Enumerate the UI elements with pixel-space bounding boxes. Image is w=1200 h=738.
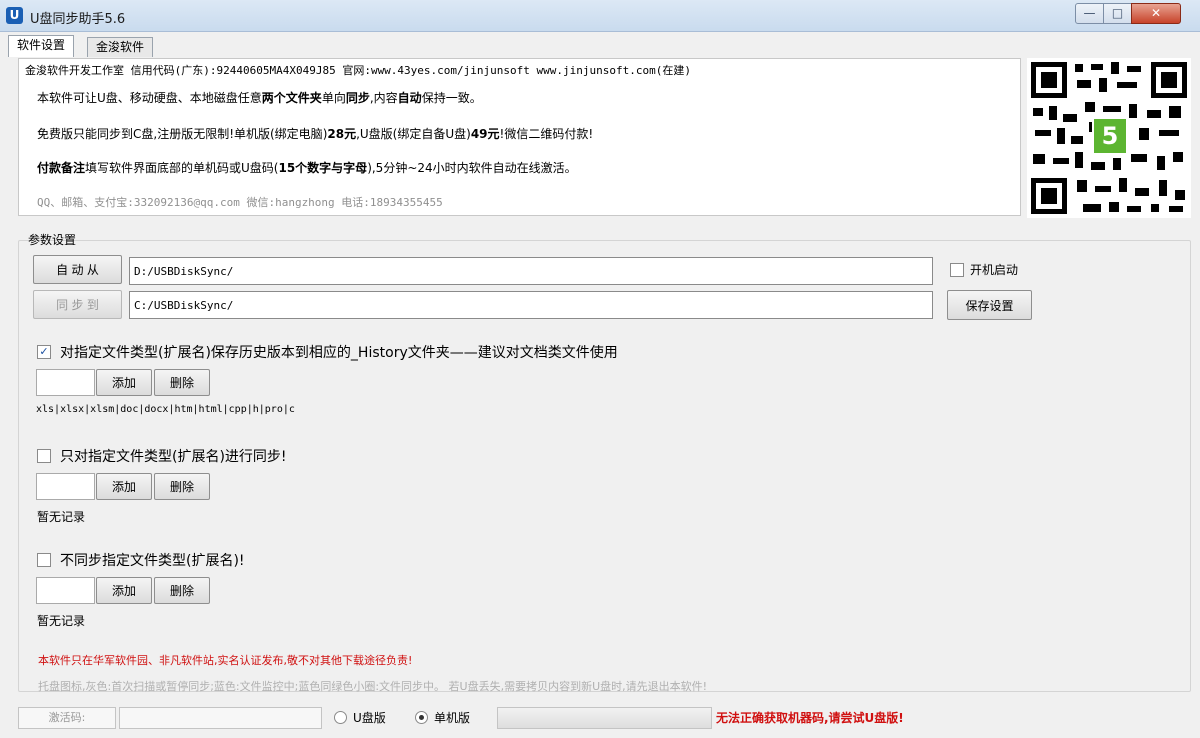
exclude-option-label: 不同步指定文件类型(扩展名)! [60,553,245,569]
price-single: 28元 [327,127,357,141]
only-sync-option-label: 只对指定文件类型(扩展名)进行同步! [60,449,287,465]
history-ext-input[interactable] [36,369,95,396]
only-sync-ext-input[interactable] [36,473,95,500]
info-panel: 金浚软件开发工作室 信用代码(广东):92440605MA4X049J85 官网… [18,58,1021,216]
machine-code-error: 无法正确获取机器码,请尝试U盘版! [716,711,904,725]
history-add-button[interactable]: 添加 [96,369,152,396]
tab-jinjun-software[interactable]: 金浚软件 [87,37,154,57]
wechat-qr-code: 5 [1027,58,1191,218]
history-ext-list: xls|xlsx|xlsm|doc|docx|htm|html|cpp|h|pr… [36,404,295,415]
payment-note-label: 付款备注 [37,161,86,175]
close-button[interactable]: ✕ [1131,3,1181,24]
machine-code-field[interactable] [497,707,712,729]
title-bar[interactable]: U U盘同步助手5.6 — □ ✕ [0,0,1200,32]
window-title: U盘同步助手5.6 [30,12,126,27]
pricing-line: 免费版只能同步到C盘,注册版无限制!单机版(绑定电脑)28元,U盘版(绑定自备U… [37,125,593,142]
activation-code-label: 激活码: [18,707,116,729]
exclude-ext-input[interactable] [36,577,95,604]
app-icon: U [6,7,23,24]
intro-text: 单向 [321,91,346,105]
pricing-text: !微信二维码付款! [499,127,594,141]
exclude-add-button[interactable]: 添加 [96,577,152,604]
price-udisk: 49元 [470,127,500,141]
maximize-button[interactable]: □ [1103,3,1132,24]
payment-code-format: 15个数字与字母 [278,161,368,175]
single-edition-label: 单机版 [434,711,471,725]
tray-icon-hint: 托盘图标,灰色:首次扫描或暂停同步;蓝色:文件监控中;蓝色同绿色小圈:文件同步中… [38,680,708,693]
minimize-button[interactable]: — [1075,3,1104,24]
history-checkbox[interactable]: ✓ [37,345,51,359]
intro-text: 保持一致。 [421,91,482,105]
save-settings-button[interactable]: 保存设置 [947,290,1032,320]
only-sync-checkbox[interactable] [37,449,51,463]
payment-note-text: ),5分钟~24小时内软件自动在线激活。 [367,161,577,175]
distribution-warning: 本软件只在华军软件园、非凡软件站,实名认证发布,敬不对其他下载途径负责! [38,654,413,667]
only-sync-delete-button[interactable]: 删除 [154,473,210,500]
tab-software-settings[interactable]: 软件设置 [8,35,75,57]
payment-note-text: 填写软件界面底部的单机码或U盘码( [85,161,279,175]
svg-text:5: 5 [1102,122,1119,150]
udisk-edition-label: U盘版 [353,711,386,725]
qr-code-icon: 5 [1027,58,1191,218]
intro-text: ,内容 [369,91,398,105]
pricing-text: 免费版只能同步到C盘,注册版无限制!单机版(绑定电脑) [37,127,328,141]
udisk-edition-radio[interactable] [334,711,347,724]
target-path-input[interactable]: C:/USBDiskSync/ [129,291,933,319]
intro-bold-folders: 两个文件夹 [261,91,322,105]
exclude-records: 暂无记录 [37,614,86,628]
only-sync-add-button[interactable]: 添加 [96,473,152,500]
params-group-label: 参数设置 [28,233,77,247]
only-sync-records: 暂无记录 [37,510,86,524]
intro-bold-sync: 同步 [345,91,370,105]
exclude-delete-button[interactable]: 删除 [154,577,210,604]
company-info: 金浚软件开发工作室 信用代码(广东):92440605MA4X049J85 官网… [25,64,691,77]
payment-note-line: 付款备注填写软件界面底部的单机码或U盘码(15个数字与字母),5分钟~24小时内… [37,159,577,176]
status-bar: 激活码: U盘版 单机版 无法正确获取机器码,请尝试U盘版! [0,700,1200,738]
autostart-checkbox[interactable] [950,263,964,277]
source-path-input[interactable]: D:/USBDiskSync/ [129,257,933,285]
history-option-label: 对指定文件类型(扩展名)保存历史版本到相应的_History文件夹——建议对文档… [60,345,618,361]
pricing-text: ,U盘版(绑定自备U盘) [356,127,471,141]
exclude-checkbox[interactable] [37,553,51,567]
history-delete-button[interactable]: 删除 [154,369,210,396]
intro-line: 本软件可让U盘、移动硬盘、本地磁盘任意两个文件夹单向同步,内容自动保持一致。 [37,89,482,106]
sync-to-button[interactable]: 同 步 到 [33,290,122,319]
single-edition-radio[interactable] [415,711,428,724]
activation-code-input[interactable] [119,707,322,729]
contact-line: QQ、邮箱、支付宝:332092136@qq.com 微信:hangzhong … [37,196,443,209]
intro-bold-auto: 自动 [397,91,422,105]
autostart-label: 开机启动 [970,263,1019,277]
auto-from-button[interactable]: 自 动 从 [33,255,122,284]
intro-text: 本软件可让U盘、移动硬盘、本地磁盘任意 [37,91,262,105]
